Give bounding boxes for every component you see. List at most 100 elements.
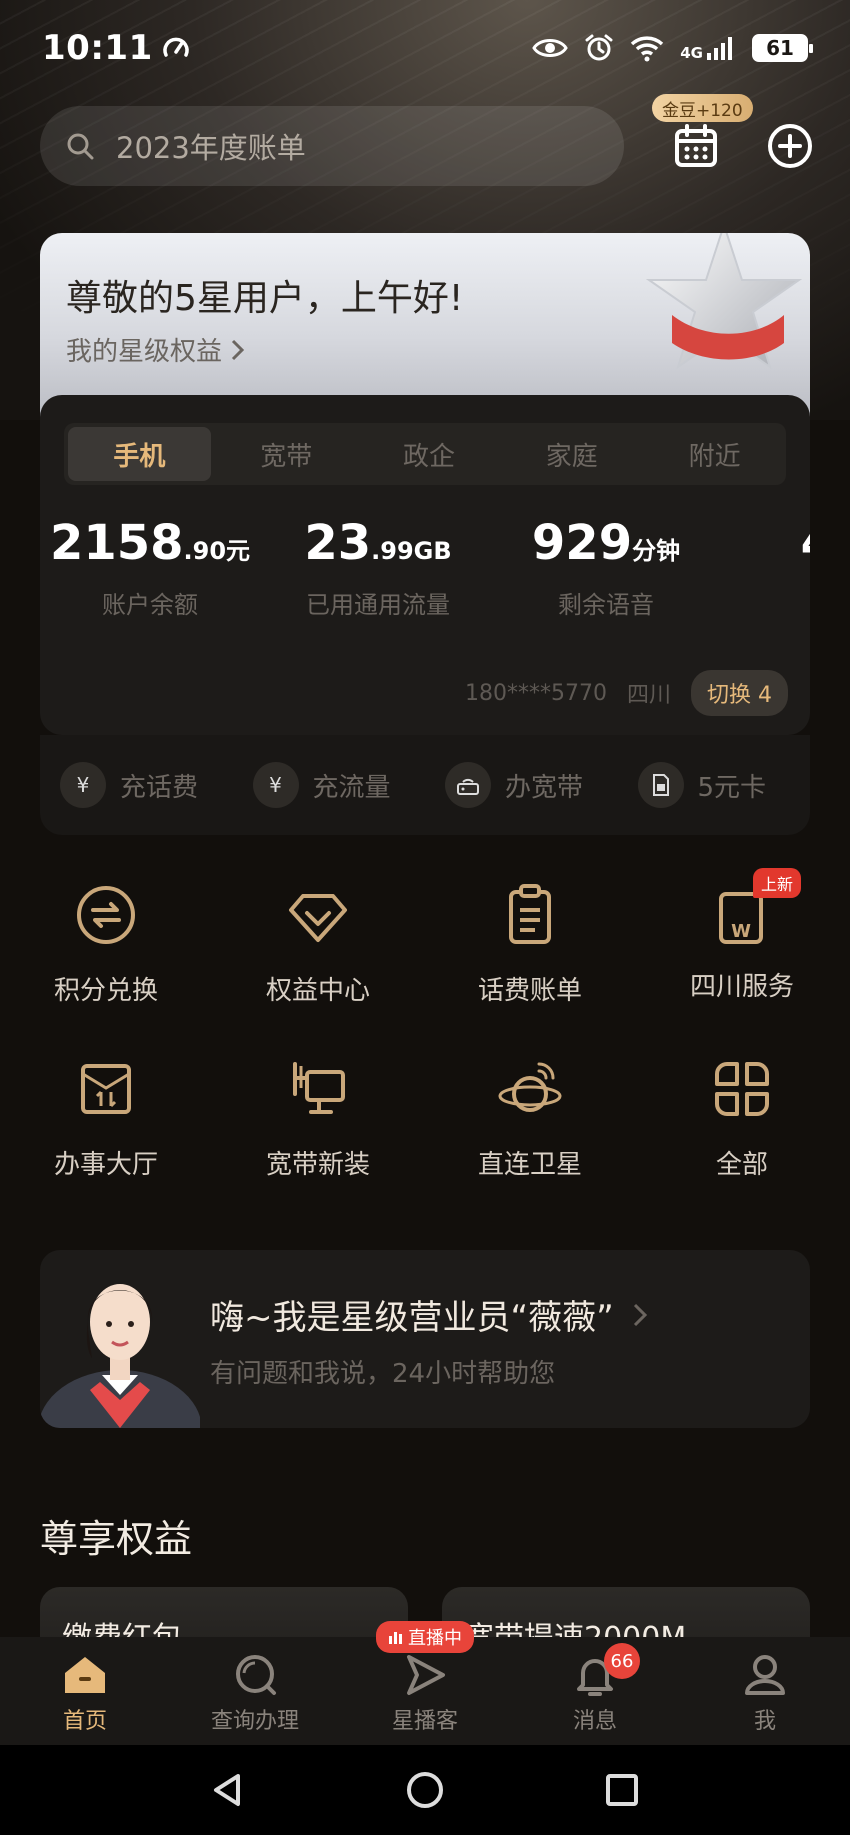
account-tabs: 手机 宽带 政企 家庭 附近 — [64, 423, 786, 485]
quick-label: 充话费 — [120, 772, 199, 803]
region-label: 四川 — [626, 683, 671, 708]
benefit-title: 宽带提速2000M — [464, 1613, 686, 1637]
stat-data-used[interactable]: 23.99GB 已用通用流量 — [268, 515, 488, 620]
chevron-right-icon — [633, 1303, 647, 1326]
quick-recharge-phone[interactable]: ¥ 充话费 — [40, 762, 233, 808]
tabbar-home[interactable]: 首页 — [0, 1637, 170, 1745]
battery-level: 61 — [766, 36, 794, 60]
tabbar-me[interactable]: 我 — [680, 1637, 850, 1745]
battery-indicator: 61 — [752, 34, 813, 62]
sim-card-icon — [637, 762, 684, 808]
home-circle-icon[interactable] — [405, 1770, 445, 1810]
assistant-title: 嗨~我是星级营业员“薇薇” — [210, 1290, 648, 1339]
status-left: 10:11 — [42, 28, 191, 68]
service-label: 积分兑换 — [53, 976, 158, 1006]
speedometer-icon — [163, 37, 189, 57]
eye-icon — [532, 39, 569, 57]
account-footer: 180****5770 四川 切换 4 — [465, 670, 788, 716]
service-points-exchange[interactable]: 积分兑换 — [0, 880, 212, 1007]
new-badge: 上新 — [753, 868, 802, 898]
recents-icon[interactable] — [602, 1770, 642, 1810]
tabbar-label: 我 — [753, 1709, 776, 1734]
star-benefits-label: 我的星级权益 — [66, 337, 223, 367]
phone-number: 180****5770 — [465, 680, 607, 706]
stat-remaining-label: 剩余 — [724, 585, 810, 620]
status-right: 4G 61 — [532, 33, 813, 63]
service-label: 权益中心 — [265, 976, 370, 1006]
greeting-text: 尊敬的5星用户，上午好! — [66, 278, 464, 319]
live-badge-text: 直播中 — [408, 1628, 462, 1649]
quick-broadband[interactable]: 办宽带 — [425, 762, 618, 808]
calendar-icon[interactable] — [672, 122, 720, 170]
benefit-card-payment-redpacket[interactable]: 缴费红包 — [40, 1587, 408, 1637]
stat-data-value: 23.99GB — [304, 515, 452, 571]
quick-sim-card[interactable]: 5元卡 — [618, 762, 811, 808]
benefit-card-broadband-speedup[interactable]: 宽带提速2000M — [442, 1587, 810, 1637]
tabbar-messages[interactable]: 66 消息 — [510, 1637, 680, 1745]
stat-voice-value: 929分钟 — [531, 515, 681, 571]
network-type: 4G — [680, 44, 703, 62]
satellite-icon — [498, 1062, 562, 1112]
tabbar-label: 查询办理 — [210, 1709, 299, 1734]
stat-balance[interactable]: 2158.90元 账户余额 — [40, 515, 260, 620]
tabbar-label: 消息 — [572, 1709, 617, 1734]
tab-family[interactable]: 家庭 — [500, 423, 643, 485]
service-sichuan[interactable]: W 上新 四川服务 — [636, 868, 848, 1003]
chevron-right-icon — [231, 339, 245, 360]
add-circle-icon[interactable] — [766, 122, 814, 170]
alarm-icon — [585, 34, 613, 61]
quick-label: 充流量 — [312, 772, 391, 803]
service-broadband-install[interactable]: 宽带新装 — [212, 1054, 424, 1181]
assistant-card[interactable]: 嗨~我是星级营业员“薇薇” 有问题和我说，24小时帮助您 — [40, 1250, 810, 1428]
star-benefits-link[interactable]: 我的星级权益 — [66, 331, 246, 368]
account-stats: 2158.90元 账户余额 23.99GB 已用通用流量 929分钟 剩余语音 … — [40, 515, 810, 635]
tab-nearby[interactable]: 附近 — [643, 423, 786, 485]
tabbar-star-podcast[interactable]: 直播中 星播客 — [340, 1621, 510, 1745]
tab-enterprise[interactable]: 政企 — [358, 423, 501, 485]
gold-beans-badge: 金豆+120 — [652, 94, 753, 122]
svg-text:W: W — [731, 921, 751, 942]
tab-mobile[interactable]: 手机 — [68, 427, 211, 481]
tab-broadband[interactable]: 宽带 — [215, 423, 358, 485]
bill-icon — [509, 884, 551, 944]
benefit-title: 缴费红包 — [62, 1613, 182, 1637]
service-label: 办事大厅 — [53, 1150, 158, 1180]
search-input[interactable]: 2023年度账单 — [40, 106, 624, 186]
benefits-section-title: 尊享权益 — [40, 1517, 193, 1561]
service-label: 话费账单 — [477, 976, 582, 1006]
bottom-tab-bar: 首页 查询办理 直播中 星播客 66 消息 我 — [0, 1621, 850, 1745]
service-label: 全部 — [715, 1150, 768, 1180]
yuan-icon: ¥ — [60, 762, 106, 808]
switch-account-button[interactable]: 切换 4 — [691, 670, 788, 716]
broadband-icon — [293, 1062, 345, 1114]
hall-icon — [81, 1064, 131, 1114]
quick-recharge-data[interactable]: ¥ 充流量 — [233, 762, 426, 808]
search-placeholder: 2023年度账单 — [116, 131, 306, 165]
account-card: 手机 宽带 政企 家庭 附近 2158.90元 账户余额 23.99GB 已用通… — [40, 395, 810, 735]
service-hall[interactable]: 办事大厅 — [0, 1054, 212, 1181]
service-satellite[interactable]: 直连卫星 — [424, 1054, 636, 1181]
diamond-icon — [289, 894, 347, 942]
search-row: 2023年度账单 金豆+120 — [40, 94, 830, 186]
cellular-signal: 4G — [680, 35, 736, 61]
status-bar: 10:11 4G 61 — [0, 0, 850, 96]
wifi-icon — [631, 36, 664, 62]
assistant-avatar — [40, 1284, 200, 1428]
stat-remaining[interactable]: 47 剩余 — [724, 515, 810, 620]
live-bars-icon — [389, 1632, 402, 1644]
stat-voice[interactable]: 929分钟 剩余语音 — [496, 515, 716, 620]
back-icon[interactable] — [208, 1770, 248, 1810]
stat-voice-label: 剩余语音 — [558, 591, 654, 619]
grid-all-icon — [715, 1062, 769, 1116]
stat-balance-label: 账户余额 — [102, 591, 198, 619]
service-all[interactable]: 全部 — [636, 1054, 848, 1181]
user-icon — [745, 1655, 785, 1695]
assistant-title-text: 嗨~我是星级营业员“薇薇” — [210, 1298, 614, 1338]
service-phone-bill[interactable]: 话费账单 — [424, 880, 636, 1007]
stat-data-label: 已用通用流量 — [306, 591, 450, 619]
tabbar-query[interactable]: 查询办理 — [170, 1637, 340, 1745]
search-circle-icon — [236, 1655, 276, 1695]
service-label: 直连卫星 — [477, 1150, 582, 1180]
play-icon — [407, 1655, 445, 1695]
service-benefits-center[interactable]: 权益中心 — [212, 880, 424, 1007]
